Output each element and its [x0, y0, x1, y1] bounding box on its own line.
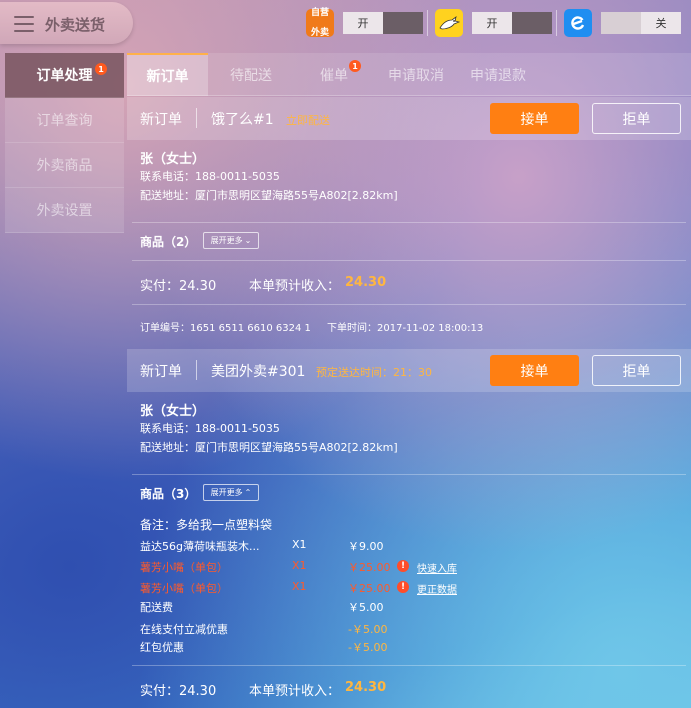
- order-card: 新订单 美团外卖#301 预定送达时间：21：30 接单 拒单 张（女士） 联系…: [127, 349, 691, 708]
- sidebar: 订单处理 1 订单查询 外卖商品 外卖设置: [5, 53, 124, 233]
- scheduled-delivery-time: 预定送达时间：21：30: [316, 366, 432, 379]
- delivery-address: 配送地址：厦门市思明区望海路55号A802[2.82km]: [140, 441, 398, 454]
- goods-count: 商品（2）: [140, 235, 197, 249]
- meituan-toggle[interactable]: 开: [472, 12, 552, 34]
- list-item: 在线支付立减优惠 -￥5.00: [140, 623, 388, 636]
- eleme-toggle[interactable]: 关: [601, 12, 681, 34]
- divider: [427, 10, 428, 36]
- tab-new-orders[interactable]: 新订单: [127, 53, 208, 96]
- toggle-label: 关: [641, 12, 681, 34]
- divider: [132, 665, 686, 666]
- delivery-note: 立即配送: [286, 114, 330, 127]
- tab-cancel-requests[interactable]: 申请取消: [388, 53, 444, 96]
- tab-refund-requests[interactable]: 申请退款: [470, 53, 526, 96]
- toggle-label: 开: [343, 12, 383, 34]
- eleme-icon: [564, 9, 592, 37]
- accept-order-button[interactable]: 接单: [490, 355, 579, 386]
- customer-phone: 联系电话：188-0011-5035: [140, 170, 280, 183]
- expected-income-value: 24.30: [345, 680, 387, 695]
- divider: [556, 10, 557, 36]
- sidebar-item-order-query[interactable]: 订单查询: [5, 98, 124, 143]
- accept-order-button[interactable]: 接单: [490, 103, 579, 134]
- order-platform: 饿了么#1: [211, 112, 274, 128]
- own-delivery-icon: 自营 外卖: [306, 8, 334, 38]
- customer-name: 张（女士）: [140, 152, 206, 167]
- divider: [132, 260, 686, 261]
- sidebar-item-label: 外卖商品: [36, 158, 93, 174]
- order-card: 新订单 饿了么#1 立即配送 接单 拒单 张（女士） 联系电话：188-0011…: [127, 97, 691, 345]
- goods-count: 商品（3）: [140, 487, 197, 501]
- divider: [132, 474, 686, 475]
- sidebar-item-label: 订单查询: [36, 113, 93, 129]
- reject-order-button[interactable]: 拒单: [592, 103, 681, 134]
- order-number: 订单编号：1651 6511 6610 6324 1: [140, 323, 311, 334]
- chevron-up-icon: ⌃: [244, 488, 252, 497]
- expected-income-label: 本单预计收入：: [249, 684, 341, 699]
- own-delivery-icon-label: 自营: [310, 8, 329, 18]
- warning-icon: !: [397, 581, 409, 593]
- notification-badge: 1: [95, 63, 107, 75]
- tab-reminders[interactable]: 催单 1: [320, 53, 361, 96]
- expected-income-label: 本单预计收入：: [249, 279, 341, 294]
- divider: [132, 222, 686, 223]
- divider: [132, 304, 686, 305]
- top-bar: 外卖送货 自营外卖 开 开 关: [0, 0, 691, 46]
- list-item: 益达56g薄荷味瓶装木... X1 ￥9.00: [140, 538, 384, 553]
- order-header: 新订单 美团外卖#301 预定送达时间：21：30 接单 拒单: [127, 349, 691, 392]
- menu-icon[interactable]: [14, 16, 34, 32]
- order-remark: 备注：多给我一点塑料袋: [140, 518, 273, 532]
- list-item: 薯芳小嘴（单包） X1 ￥25.00 ! 更正数据: [140, 580, 457, 596]
- own-delivery-toggle[interactable]: 开: [343, 12, 423, 34]
- sidebar-item-takeout-settings[interactable]: 外卖设置: [5, 188, 124, 233]
- quick-stock-in-link[interactable]: 快速入库: [417, 560, 457, 575]
- order-status: 新订单: [140, 364, 182, 380]
- warning-icon: !: [397, 560, 409, 572]
- notification-badge: 1: [349, 60, 361, 72]
- app-title: 外卖送货: [45, 16, 106, 34]
- sidebar-item-takeout-goods[interactable]: 外卖商品: [5, 143, 124, 188]
- toggle-label: 开: [472, 12, 512, 34]
- collapse-button[interactable]: 展开更多 ⌃: [203, 484, 259, 501]
- app-header-pill: 外卖送货: [0, 2, 133, 44]
- order-status: 新订单: [140, 112, 182, 128]
- order-tabs: 新订单 待配送 催单 1 申请取消 申请退款: [127, 53, 691, 96]
- sidebar-item-order-processing[interactable]: 订单处理 1: [5, 53, 124, 98]
- own-delivery-icon-label: 外卖: [310, 28, 329, 38]
- order-header: 新订单 饿了么#1 立即配送 接单 拒单: [127, 97, 691, 140]
- list-item: 配送费 ￥5.00: [140, 601, 384, 614]
- actual-paid: 实付：24.30: [140, 684, 217, 699]
- correct-data-link[interactable]: 更正数据: [417, 581, 457, 596]
- meituan-kangaroo-icon: [435, 9, 463, 37]
- order-platform: 美团外卖#301: [211, 364, 306, 380]
- actual-paid: 实付：24.30: [140, 279, 217, 294]
- expected-income-value: 24.30: [345, 275, 387, 290]
- order-time: 下单时间：2017-11-02 18:00:13: [327, 323, 484, 334]
- sidebar-item-label: 外卖设置: [36, 203, 93, 219]
- sidebar-item-label: 订单处理: [36, 68, 93, 84]
- reject-order-button[interactable]: 拒单: [592, 355, 681, 386]
- expand-more-button[interactable]: 展开更多 ⌄: [203, 232, 259, 249]
- chevron-down-icon: ⌄: [244, 236, 252, 245]
- list-item: 薯芳小嘴（单包） X1 ￥25.00 ! 快速入库: [140, 559, 457, 575]
- customer-phone: 联系电话：188-0011-5035: [140, 422, 280, 435]
- customer-name: 张（女士）: [140, 404, 206, 419]
- list-item: 红包优惠 -￥5.00: [140, 641, 388, 654]
- tab-pending-delivery[interactable]: 待配送: [230, 53, 272, 96]
- delivery-address: 配送地址：厦门市思明区望海路55号A802[2.82km]: [140, 189, 398, 202]
